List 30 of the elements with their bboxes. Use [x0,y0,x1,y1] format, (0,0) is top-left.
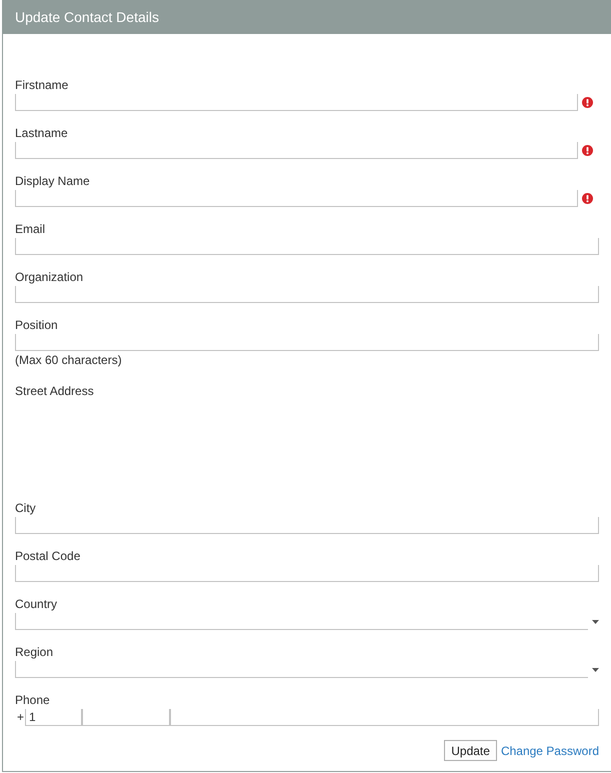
change-password-link[interactable]: Change Password [500,744,599,758]
field-label: Email [15,221,46,238]
field-label: Lastname [15,125,68,142]
field-label: Firstname [15,77,68,94]
input-field[interactable] [15,142,578,159]
input-field[interactable] [15,565,599,582]
caret-icon[interactable] [592,668,599,672]
country-code-field[interactable]: 1 [25,709,82,726]
caret-icon[interactable] [592,620,599,624]
field-label: Postal Code [15,548,80,565]
field-label: Phone [15,692,50,709]
field-label: Street Address [15,383,94,400]
window-title: Update Contact Details [15,8,159,26]
input-field[interactable] [15,517,599,534]
area-code-field[interactable] [82,709,170,726]
field-label: Organization [15,269,84,286]
field-label: Display Name [15,173,90,190]
update-button[interactable]: Update [444,740,497,761]
phone-prefix: + [17,709,24,726]
input-field[interactable] [15,286,599,303]
input-field[interactable] [15,190,578,207]
phone-number-field[interactable] [170,709,599,726]
input-field[interactable] [15,238,599,255]
field-label: Country [15,596,58,613]
field-label: City [15,500,36,517]
input-field[interactable] [15,334,599,351]
input-field[interactable] [15,94,578,111]
field-label: Region [15,644,54,661]
field-label: Position [15,317,58,334]
field-hint: (Max 60 characters) [15,352,122,369]
